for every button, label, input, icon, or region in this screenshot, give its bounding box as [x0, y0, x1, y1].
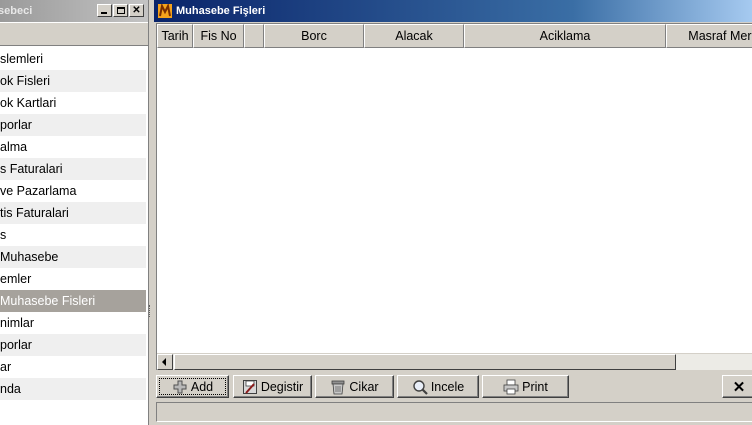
- print-label: Print: [522, 379, 548, 394]
- close-button[interactable]: ✕: [129, 4, 144, 17]
- menu-item[interactable]: Muhasebe Fisleri: [0, 290, 146, 312]
- column-header[interactable]: [244, 24, 264, 48]
- close-window-button[interactable]: ✕: [722, 375, 752, 398]
- cikar-button[interactable]: Cikar: [315, 375, 394, 398]
- close-x-icon: ✕: [732, 378, 746, 396]
- column-header[interactable]: Fis No: [193, 24, 244, 48]
- left-pane-title: sebeci: [0, 5, 33, 17]
- menu-list: slemleri ok Fisleri ok Kartlari porlar alma s…: [0, 48, 146, 400]
- cikar-label: Cikar: [349, 379, 379, 394]
- window-title-bar[interactable]: Muhasebe Fişleri: [154, 0, 752, 22]
- arrow-left-icon: [162, 358, 166, 366]
- add-label: Add: [190, 379, 214, 394]
- menu-item[interactable]: nimlar: [0, 312, 146, 334]
- menu-item[interactable]: nda: [0, 378, 146, 400]
- menu-item[interactable]: s Faturalari: [0, 158, 146, 180]
- trash-icon: [332, 380, 345, 394]
- menu-item[interactable]: ve Pazarlama: [0, 180, 146, 202]
- menu-item[interactable]: Muhasebe: [0, 246, 146, 268]
- window-title: Muhasebe Fişleri: [176, 5, 266, 17]
- menu-item[interactable]: emler: [0, 268, 146, 290]
- left-pane-header: [0, 22, 148, 46]
- status-bar: [156, 402, 752, 422]
- menu-item[interactable]: s: [0, 224, 146, 246]
- column-header[interactable]: Borc: [264, 24, 364, 48]
- scroll-thumb[interactable]: [174, 354, 676, 370]
- add-icon: [173, 380, 187, 393]
- grid-header: TarihFis No BorcAlacakAciklamaMasraf Merk…: [157, 24, 752, 48]
- minimize-button[interactable]: [97, 4, 112, 17]
- maximize-icon: [117, 7, 125, 14]
- left-window-buttons: ✕: [97, 4, 144, 17]
- incele-label: Incele: [430, 379, 465, 394]
- edit-icon: [242, 379, 257, 394]
- minimize-icon: [101, 12, 107, 14]
- magnifier-icon: [413, 379, 428, 395]
- menu-item[interactable]: ok Kartlari: [0, 92, 146, 114]
- splitter-grip[interactable]: [149, 305, 151, 317]
- menu-item[interactable]: slemleri: [0, 48, 146, 70]
- toolbar: Add Degistir Cikar Incele Print ✕: [154, 372, 752, 402]
- menu-item[interactable]: porlar: [0, 114, 146, 136]
- column-header[interactable]: Masraf Merkezi: [666, 24, 752, 48]
- maximize-button[interactable]: [113, 4, 128, 17]
- menu-item[interactable]: porlar: [0, 334, 146, 356]
- horizontal-scrollbar[interactable]: [157, 353, 752, 370]
- menu-item[interactable]: ok Fisleri: [0, 70, 146, 92]
- column-header[interactable]: Tarih: [157, 24, 193, 48]
- scroll-left-button[interactable]: [157, 354, 173, 370]
- muhasebe-fisleri-window: Muhasebe Fişleri Tarih Fis No Borc Alacak Ac…: [154, 0, 752, 425]
- grid-body[interactable]: [157, 48, 752, 353]
- print-button[interactable]: Print: [482, 375, 569, 398]
- close-icon: ✕: [132, 4, 141, 16]
- app-m-icon: [158, 4, 172, 18]
- degistir-label: Degistir: [260, 379, 304, 394]
- degistir-button[interactable]: Degistir: [233, 375, 312, 398]
- fis-grid[interactable]: TarihFis No BorcAlacakAciklamaMasraf Merk…: [156, 23, 752, 370]
- add-button[interactable]: Add: [156, 375, 229, 398]
- left-pane-title-bar[interactable]: sebeci ✕: [0, 0, 148, 22]
- column-header[interactable]: Aciklama: [464, 24, 666, 48]
- printer-icon: [503, 379, 519, 394]
- menu-item[interactable]: tis Faturalari: [0, 202, 146, 224]
- menu-item[interactable]: alma: [0, 136, 146, 158]
- menu-item[interactable]: ar: [0, 356, 146, 378]
- column-header[interactable]: Alacak: [364, 24, 464, 48]
- left-pane: sebeci ✕ slemleri ok Fisleri ok Kartlari po…: [0, 0, 149, 425]
- incele-button[interactable]: Incele: [397, 375, 479, 398]
